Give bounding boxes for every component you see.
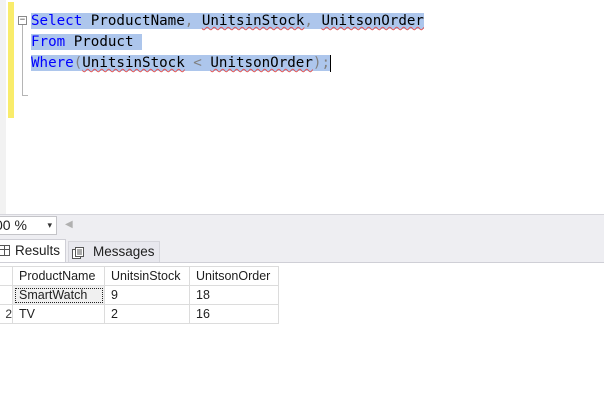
tab-results[interactable]: Results	[0, 239, 66, 262]
column-unitsonorder: UnitsonOrder	[321, 13, 424, 29]
results-tab-strip: Results Messages	[0, 236, 604, 262]
zoom-value: 00 %	[0, 217, 27, 233]
table-row: SmartWatch 9 18	[0, 285, 279, 305]
text-caret	[329, 54, 331, 72]
tab-results-label: Results	[15, 243, 61, 258]
change-indicator-bar	[8, 2, 14, 118]
zoom-dropdown[interactable]: 00 % ▾	[0, 216, 57, 235]
table-cell[interactable]: 16	[189, 304, 279, 324]
code-line-1: Select ProductName, UnitsinStock, Unitso…	[31, 11, 424, 32]
column-header[interactable]: ProductName	[12, 266, 105, 286]
code-area[interactable]: Select ProductName, UnitsinStock, Unitso…	[31, 11, 424, 74]
semicolon: ;	[321, 55, 330, 71]
results-pane: ProductName UnitsinStock UnitsonOrder Sm…	[0, 262, 604, 401]
column-header[interactable]: UnitsinStock	[104, 266, 190, 286]
editor-gutter	[0, 0, 6, 214]
row-number[interactable]	[0, 285, 13, 305]
row-number-header[interactable]	[0, 266, 13, 286]
column-header[interactable]: UnitsonOrder	[189, 266, 279, 286]
column-unitsinstock: UnitsinStock	[201, 13, 305, 29]
row-number[interactable]: 2	[0, 304, 13, 324]
table-cell[interactable]: 18	[189, 285, 279, 305]
keyword-select: Select	[31, 13, 83, 29]
scroll-left-icon[interactable]: ◀	[65, 219, 73, 230]
column-unitsinstock: UnitsinStock	[82, 55, 185, 71]
keyword-from: From	[31, 34, 66, 50]
column-productname: ProductName	[90, 13, 185, 29]
comma: ,	[304, 13, 313, 29]
column-unitsonorder: UnitsonOrder	[210, 55, 313, 71]
table-row: 2 TV 2 16	[0, 304, 279, 324]
tab-messages-label: Messages	[93, 244, 155, 259]
keyword-where: Where	[31, 55, 74, 71]
tab-messages[interactable]: Messages	[68, 241, 160, 262]
operator-less-than: <	[184, 55, 211, 71]
grid-icon	[0, 245, 10, 256]
code-line-2: From Product	[31, 32, 424, 53]
code-line-3: Where(UnitsinStock < UnitsonOrder);	[31, 53, 424, 74]
table-cell[interactable]: TV	[12, 304, 105, 324]
table-cell[interactable]: 9	[104, 285, 190, 305]
table-product: Product	[73, 34, 134, 50]
header-row: ProductName UnitsinStock UnitsonOrder	[0, 266, 279, 286]
results-grid[interactable]: ProductName UnitsinStock UnitsonOrder Sm…	[0, 266, 279, 324]
outline-guide	[22, 25, 23, 95]
collapse-outline-icon[interactable]: −	[18, 16, 27, 25]
table-cell[interactable]: SmartWatch	[12, 285, 105, 305]
messages-icon	[72, 247, 84, 259]
outline-guide-end	[22, 95, 28, 96]
editor-status-bar: 00 % ▾ ◀	[0, 214, 604, 236]
chevron-down-icon[interactable]: ▾	[47, 217, 52, 234]
query-editor[interactable]: − Select ProductName, UnitsinStock, Unit…	[0, 0, 604, 214]
paren-open: (	[73, 55, 83, 71]
table-cell[interactable]: 2	[104, 304, 190, 324]
